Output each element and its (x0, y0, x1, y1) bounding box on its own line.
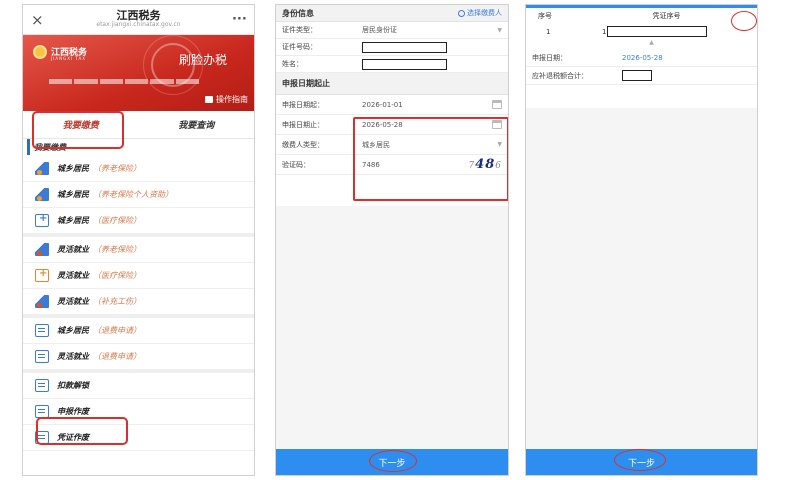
cert-no-input[interactable] (362, 41, 447, 53)
calendar-icon[interactable] (492, 100, 502, 109)
document-icon (35, 379, 49, 392)
item-title: 灵活就业 (57, 244, 89, 254)
empty-area (276, 206, 508, 449)
item-title: 城乡居民 (57, 163, 89, 173)
item-title: 灵活就业 (57, 296, 89, 306)
chevron-down-icon: ▼ (497, 26, 502, 34)
start-date-label: 申报日期起： (282, 100, 324, 109)
item-title: 申报作废 (57, 406, 89, 416)
item-subtitle: （退费申请） (93, 352, 141, 361)
date-value: 2026-05-28 (622, 53, 663, 62)
cert-no-row: 证件号码： (276, 39, 508, 56)
item-subtitle: （养老保险） (93, 164, 141, 173)
guide-icon (205, 96, 213, 103)
right-phone-screen: 序号 凭证序号 1 1 ▲ 申报日期： 2026-05-28 应补退税额合计： … (525, 4, 758, 476)
item-title: 城乡居民 (57, 325, 89, 335)
document-icon (35, 350, 49, 363)
list-item[interactable]: 城乡居民 （养老保险个人资助） (23, 182, 254, 208)
medical-icon (35, 268, 49, 282)
building-icon (35, 295, 49, 308)
item-title: 城乡居民 (57, 215, 89, 225)
refund-value-redacted (622, 70, 652, 81)
item-subtitle: （养老保险） (93, 245, 141, 254)
more-icon[interactable]: ··· (232, 12, 247, 27)
refund-label: 应补退税额合计： (532, 71, 588, 80)
item-subtitle: （退费申请） (93, 326, 141, 335)
list-item[interactable]: 城乡居民 （医疗保险） (23, 208, 254, 237)
list-item[interactable]: 城乡居民 （养老保险） (23, 156, 254, 182)
col-seq: 序号 (538, 12, 552, 20)
highlight-next-button (369, 450, 417, 472)
identity-header: 身份信息 (282, 8, 314, 18)
item-subtitle: （补充工伤） (93, 297, 141, 306)
banner-logo-subtext: JIANGXI TAX (51, 56, 86, 61)
list-item[interactable]: 灵活就业 （医疗保险） (23, 263, 254, 289)
name-input[interactable] (362, 58, 447, 70)
cert-no-label: 证件号码： (282, 43, 317, 51)
item-title: 灵活就业 (57, 270, 89, 280)
building-icon (35, 188, 49, 201)
left-phone-screen: × 江西税务 etax.jiangxi.chinatax.gov.cn ··· … (22, 4, 255, 476)
start-date-row[interactable]: 申报日期起： 2026-01-01 (276, 95, 508, 115)
start-date-input[interactable]: 2026-01-01 (362, 101, 492, 109)
item-title: 扣款解锁 (57, 380, 89, 390)
select-payer-link[interactable]: 选择缴费人 (458, 8, 502, 18)
tab-query[interactable]: 我要查询 (139, 111, 255, 138)
row-voucher-redacted (607, 26, 708, 37)
tax-emblem-icon (33, 45, 47, 59)
highlight-date-fields (353, 117, 508, 201)
table-row[interactable]: 1 1 (526, 24, 757, 39)
face-pay-banner[interactable]: 江西税务 JIANGXI TAX 刷脸办税 操作指南 (23, 35, 254, 111)
user-icon (458, 9, 465, 17)
medical-icon (35, 213, 49, 227)
page-title-box: 江西税务 etax.jiangxi.chinatax.gov.cn (96, 10, 180, 29)
item-subtitle: （医疗保险） (93, 271, 141, 280)
highlight-declaration-void (36, 417, 128, 445)
list-item[interactable]: 灵活就业 （养老保险） (23, 237, 254, 263)
service-list: 城乡居民 （养老保险） 城乡居民 （养老保险个人资助） 城乡居民 （医疗保险） … (23, 156, 254, 451)
collapse-arrow-icon[interactable]: ▲ (526, 39, 757, 49)
list-item[interactable]: 城乡居民 （退费申请） (23, 318, 254, 344)
browser-top-bar: × 江西税务 etax.jiangxi.chinatax.gov.cn ··· (23, 5, 254, 35)
identity-section-header: 身份信息 选择缴费人 (276, 5, 508, 22)
highlight-tab-pay (32, 111, 124, 149)
cert-type-row[interactable]: 证件类型： 居民身份证 ▼ (276, 22, 508, 39)
period-header: 申报日期起止 (276, 73, 508, 95)
name-row: 姓名： (276, 56, 508, 73)
middle-phone-screen: 身份信息 选择缴费人 证件类型： 居民身份证 ▼ 证件号码： 姓名： 申报日期起… (275, 4, 509, 476)
page-url: etax.jiangxi.chinatax.gov.cn (96, 21, 181, 29)
refund-row: 应补退税额合计： (526, 67, 757, 85)
document-icon (35, 324, 49, 337)
close-icon[interactable]: × (31, 11, 45, 29)
payer-type-label: 缴费人类型： (282, 140, 324, 149)
captcha-label: 验证码： (282, 160, 310, 169)
item-subtitle: （医疗保险） (93, 216, 141, 225)
name-label: 姓名： (282, 60, 303, 68)
item-title: 城乡居民 (57, 189, 89, 199)
cert-type-select[interactable]: 居民身份证 (362, 25, 497, 35)
empty-area (526, 108, 757, 449)
highlight-select-checkbox (731, 11, 757, 31)
list-item[interactable]: 扣款解锁 (23, 373, 254, 399)
row-voucher-prefix: 1 (602, 27, 607, 36)
col-voucher: 凭证序号 (652, 12, 681, 20)
building-icon (35, 162, 49, 175)
cert-type-label: 证件类型： (282, 26, 317, 34)
date-label: 申报日期： (532, 53, 567, 62)
row-seq: 1 (546, 27, 551, 36)
building-icon (35, 243, 49, 256)
guide-link[interactable]: 操作指南 (205, 94, 248, 105)
end-date-label: 申报日期止： (282, 120, 324, 129)
select-payer-label: 选择缴费人 (467, 9, 502, 17)
banner-slogan (49, 77, 199, 86)
date-row: 申报日期： 2026-05-28 (526, 49, 757, 67)
item-title: 灵活就业 (57, 351, 89, 361)
face-pay-title: 刷脸办税 (179, 53, 228, 67)
guide-label: 操作指南 (216, 95, 248, 104)
highlight-next-button (614, 449, 666, 471)
item-subtitle: （养老保险个人资助） (93, 190, 173, 199)
voucher-table-header: 序号 凭证序号 (526, 8, 757, 24)
list-item[interactable]: 灵活就业 （补充工伤） (23, 289, 254, 318)
list-item[interactable]: 灵活就业 （退费申请） (23, 344, 254, 373)
